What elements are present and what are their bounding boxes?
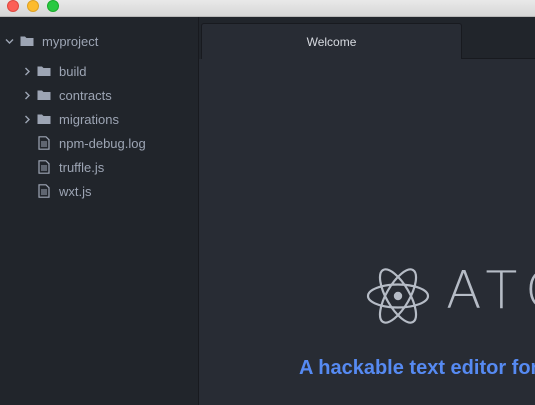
tab-bar: Welcome: [199, 17, 535, 59]
atom-logo-icon: [365, 263, 431, 329]
folder-icon: [37, 112, 51, 126]
tree-item-label: migrations: [59, 111, 119, 127]
tree-item-label: wxt.js: [59, 183, 92, 199]
folder-icon: [20, 34, 34, 48]
atom-window: myproject build contracts migrations npm…: [0, 0, 535, 405]
tree-item-contracts[interactable]: contracts: [0, 84, 198, 106]
tree-item-build[interactable]: build: [0, 60, 198, 82]
close-window-button[interactable]: [7, 0, 19, 12]
editor-pane: Welcome ATOM A hackable text editor for …: [199, 17, 535, 405]
tree-item-npm-debug-log[interactable]: npm-debug.log: [0, 132, 198, 154]
tree-item-label: contracts: [59, 87, 112, 103]
tree-item-wxt-js[interactable]: wxt.js: [0, 180, 198, 202]
folder-icon: [37, 64, 51, 78]
file-icon: [37, 136, 51, 150]
tree-item-label: npm-debug.log: [59, 135, 146, 151]
tree-item-label: truffle.js: [59, 159, 105, 175]
tree-root-myproject[interactable]: myproject: [0, 30, 198, 52]
chevron-right-icon[interactable]: [22, 90, 32, 100]
title-bar: [0, 0, 535, 17]
tree-item-label: build: [59, 63, 87, 79]
tree-item-migrations[interactable]: migrations: [0, 108, 198, 130]
welcome-guide: ATOM A hackable text editor for the 21st…: [199, 59, 535, 405]
tree-root-label: myproject: [42, 33, 99, 49]
chevron-right-icon[interactable]: [22, 66, 32, 76]
file-icon: [37, 184, 51, 198]
tree-item-truffle-js[interactable]: truffle.js: [0, 156, 198, 178]
chevron-right-icon[interactable]: [22, 114, 32, 124]
welcome-tagline: A hackable text editor for the 21st Cent…: [299, 357, 535, 379]
atom-wordmark: ATOM: [446, 261, 535, 321]
minimize-window-button[interactable]: [27, 0, 39, 12]
file-icon: [37, 160, 51, 174]
tree-view: myproject build contracts migrations npm…: [0, 17, 199, 405]
folder-icon: [37, 88, 51, 102]
tab-welcome[interactable]: Welcome: [201, 23, 462, 59]
maximize-window-button[interactable]: [47, 0, 59, 12]
chevron-down-icon[interactable]: [4, 36, 14, 46]
tab-label: Welcome: [306, 34, 357, 49]
